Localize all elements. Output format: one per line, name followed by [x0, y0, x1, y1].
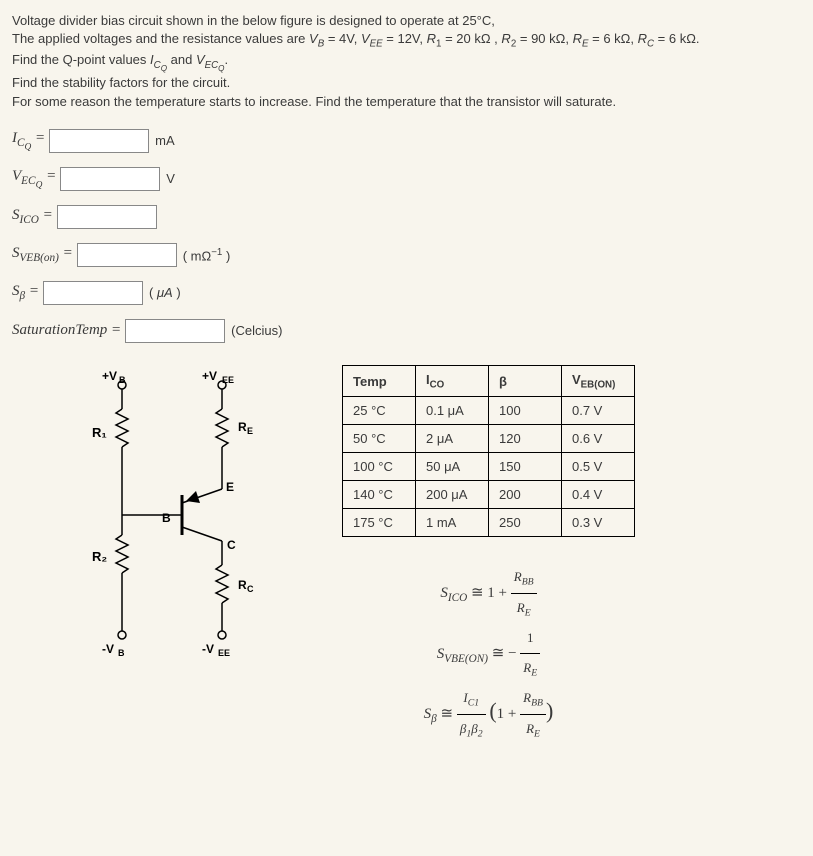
line1: Voltage divider bias circuit shown in th…	[12, 12, 801, 30]
formula-sico: SICO ≅ 1 + RBBRE	[342, 563, 635, 624]
line2: The applied voltages and the resistance …	[12, 30, 801, 51]
sattemp-input[interactable]	[125, 319, 225, 343]
sattemp-unit: (Celcius)	[231, 323, 282, 338]
svg-text:B: B	[119, 375, 126, 385]
sico-label: SICO =	[12, 207, 53, 226]
th-vebon: VEB(ON)	[562, 365, 635, 397]
table-row: 140 °C200 μA2000.4 V	[343, 481, 635, 509]
svg-text:R₂: R₂	[92, 549, 107, 564]
svg-text:+V: +V	[202, 369, 217, 383]
svg-text:EE: EE	[218, 648, 230, 658]
line4: Find the stability factors for the circu…	[12, 74, 801, 92]
line3: Find the Q-point values ICQ and VECQ.	[12, 51, 801, 74]
circuit-diagram: +V B R₁ R₂ -V B +V EE R	[62, 365, 292, 685]
icq-input[interactable]	[49, 129, 149, 153]
svg-text:R₁: R₁	[92, 425, 107, 440]
formula-svbeon: SVBE(ON) ≅ − 1RE	[342, 624, 635, 684]
problem-statement: Voltage divider bias circuit shown in th…	[12, 12, 801, 111]
table-row: 25 °C0.1 μA1000.7 V	[343, 397, 635, 425]
sattemp-label: SaturationTemp =	[12, 322, 121, 339]
formula-sbeta: Sβ ≅ IC1β1β2 (1 + RBBRE)	[342, 684, 635, 745]
sbeta-label: Sβ =	[12, 283, 39, 302]
stability-formulas: SICO ≅ 1 + RBBRE SVBE(ON) ≅ − 1RE Sβ ≅ I…	[342, 563, 635, 745]
sbeta-input[interactable]	[43, 281, 143, 305]
svg-text:+V: +V	[102, 369, 117, 383]
svg-text:E: E	[226, 480, 234, 494]
table-row: 100 °C50 μA1500.5 V	[343, 453, 635, 481]
svebon-label: SVEB(on) =	[12, 245, 73, 264]
svg-text:B: B	[162, 511, 171, 525]
svg-text:C: C	[247, 584, 254, 594]
svg-text:B: B	[118, 648, 125, 658]
vecq-unit: V	[166, 171, 175, 186]
table-row: 50 °C2 μA1200.6 V	[343, 425, 635, 453]
th-temp: Temp	[343, 365, 416, 397]
svebon-input[interactable]	[77, 243, 177, 267]
table-header-row: Temp ICO β VEB(ON)	[343, 365, 635, 397]
svg-text:R: R	[238, 578, 247, 592]
vecq-input[interactable]	[60, 167, 160, 191]
vecq-label: VECQ =	[12, 168, 56, 190]
transistor-data-table: Temp ICO β VEB(ON) 25 °C0.1 μA1000.7 V 5…	[342, 365, 635, 538]
svg-text:C: C	[227, 538, 236, 552]
svg-text:E: E	[247, 426, 253, 436]
svg-text:-V: -V	[202, 642, 214, 656]
icq-unit: mA	[155, 133, 175, 148]
svebon-unit: ( mΩ−1 )	[183, 247, 231, 263]
th-beta: β	[489, 365, 562, 397]
sbeta-unit: ( μA )	[149, 285, 181, 300]
sico-input[interactable]	[57, 205, 157, 229]
line5: For some reason the temperature starts t…	[12, 93, 801, 111]
icq-label: ICQ =	[12, 130, 45, 152]
svg-text:-V: -V	[102, 642, 114, 656]
svg-text:EE: EE	[222, 375, 234, 385]
svg-text:R: R	[238, 420, 247, 434]
table-row: 175 °C1 mA2500.3 V	[343, 509, 635, 537]
th-ico: ICO	[416, 365, 489, 397]
